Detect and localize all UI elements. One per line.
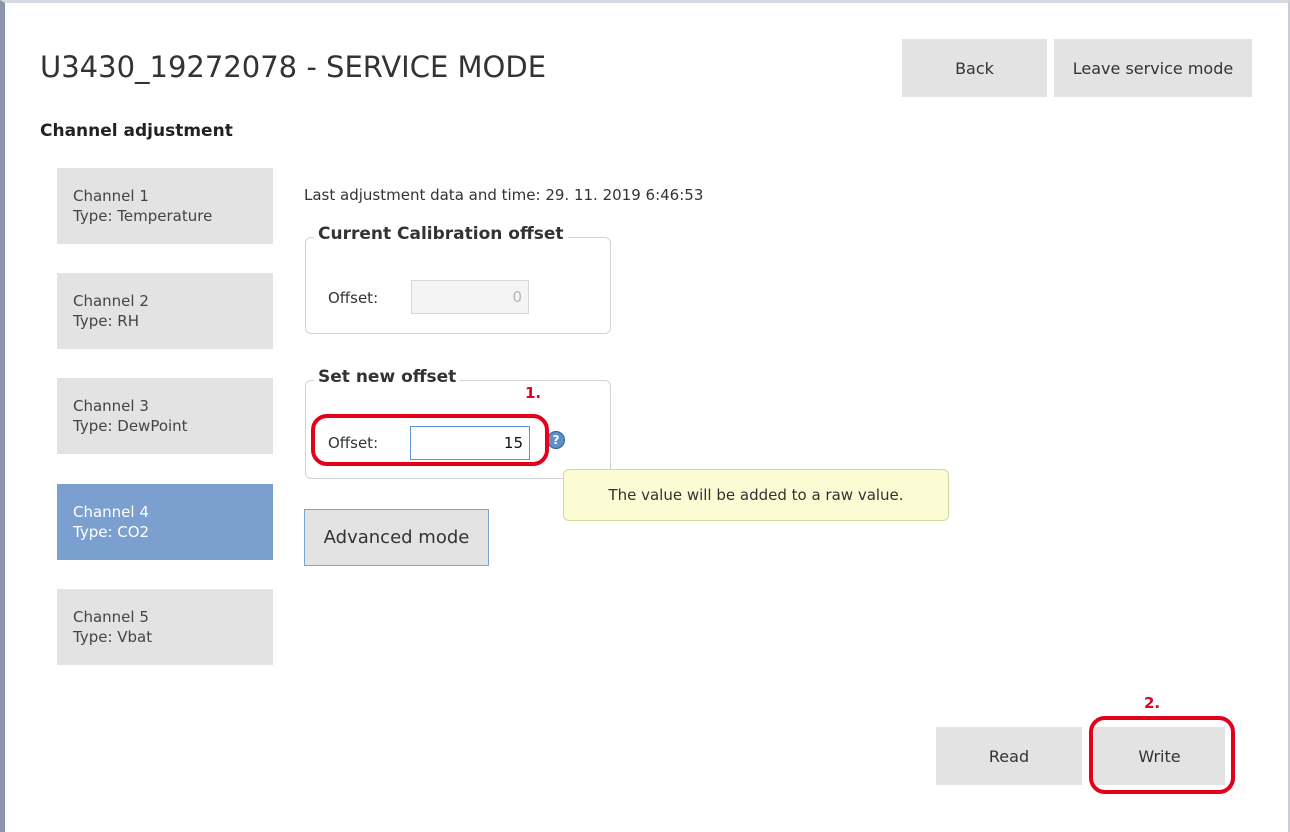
offset-tooltip: The value will be added to a raw value.: [563, 469, 949, 521]
channel-item-5[interactable]: Channel 5 Type: Vbat: [57, 589, 273, 665]
channel-name: Channel 3: [73, 397, 149, 415]
annotation-step-1: 1.: [525, 384, 542, 402]
advanced-mode-button[interactable]: Advanced mode: [304, 509, 489, 566]
channel-item-2[interactable]: Channel 2 Type: RH: [57, 273, 273, 349]
current-offset-legend: Current Calibration offset: [314, 224, 568, 244]
channel-name: Channel 2: [73, 292, 149, 310]
current-offset-field: 0: [411, 280, 529, 314]
back-button[interactable]: Back: [902, 39, 1047, 97]
current-offset-label: Offset:: [328, 289, 379, 307]
channel-name: Channel 1: [73, 187, 149, 205]
channel-type: Type: DewPoint: [73, 417, 188, 435]
page-title: U3430_19272078 - SERVICE MODE: [40, 50, 547, 84]
current-offset-group: Current Calibration offset Offset: 0: [305, 224, 611, 334]
channel-name: Channel 4: [73, 503, 149, 521]
channel-type: Type: Vbat: [73, 628, 153, 646]
read-button[interactable]: Read: [936, 727, 1082, 785]
channel-type: Type: Temperature: [73, 207, 213, 225]
annotation-ring-write: [1089, 716, 1235, 794]
annotation-ring-offset: [311, 414, 549, 466]
annotation-step-2: 2.: [1144, 694, 1161, 712]
channel-item-3[interactable]: Channel 3 Type: DewPoint: [57, 378, 273, 454]
channel-item-1[interactable]: Channel 1 Type: Temperature: [57, 168, 273, 244]
section-title: Channel adjustment: [40, 121, 233, 141]
channel-type: Type: RH: [73, 312, 139, 330]
new-offset-legend: Set new offset: [314, 367, 461, 387]
question-icon[interactable]: ?: [547, 431, 565, 449]
channel-name: Channel 5: [73, 608, 149, 626]
leave-service-mode-button[interactable]: Leave service mode: [1054, 39, 1252, 97]
channel-type: Type: CO2: [73, 523, 150, 541]
channel-item-4[interactable]: Channel 4 Type: CO2: [57, 484, 273, 560]
last-adjustment-text: Last adjustment data and time: 29. 11. 2…: [304, 186, 704, 204]
